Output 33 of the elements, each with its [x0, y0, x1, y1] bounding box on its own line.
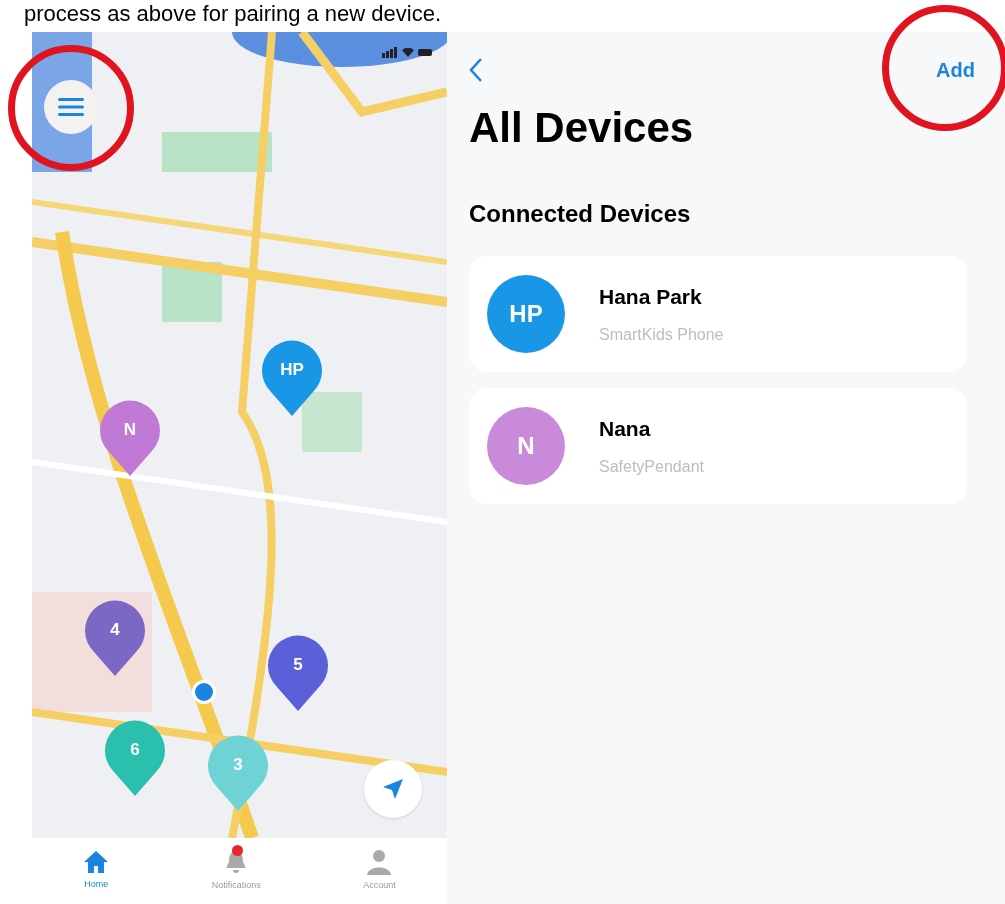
page-title: All Devices — [469, 103, 695, 153]
device-name: Nana — [599, 416, 652, 443]
map-pin[interactable]: N — [100, 400, 160, 476]
notification-badge — [231, 845, 243, 857]
map-pin[interactable]: 6 — [105, 720, 165, 796]
device-name: Hana Park — [599, 284, 703, 311]
status-icons — [382, 46, 434, 58]
pin-label: 3 — [232, 754, 244, 776]
pin-label: 5 — [292, 654, 304, 676]
map-pin[interactable]: 4 — [85, 600, 145, 676]
section-heading: Connected Devices — [469, 199, 692, 229]
device-card[interactable]: HP Hana Park SmartKids Phone — [469, 256, 967, 372]
pin-label: HP — [279, 359, 305, 381]
pin-label: N — [122, 419, 138, 441]
home-icon — [83, 850, 110, 875]
map-pin[interactable]: HP — [262, 340, 322, 416]
device-card[interactable]: N Nana SafetyPendant — [469, 388, 967, 504]
pin-label: 4 — [109, 619, 121, 641]
tab-bar-item[interactable]: Account — [363, 849, 396, 893]
device-type: SafetyPendant — [599, 456, 704, 477]
navigation-arrow-icon — [382, 778, 404, 800]
tab-bar-item[interactable]: Notifications — [211, 849, 261, 893]
person-icon — [366, 849, 393, 876]
add-button[interactable]: Add — [936, 55, 983, 85]
map-pin[interactable]: 5 — [268, 635, 328, 711]
caption: process as above for pairing a new device. — [23, 0, 442, 28]
pin-label: 6 — [129, 739, 141, 761]
chevron-left-icon — [469, 57, 483, 83]
device-avatar: HP — [487, 275, 565, 353]
menu-icon — [58, 98, 84, 116]
device-avatar: N — [487, 407, 565, 485]
device-type: SmartKids Phone — [599, 324, 724, 345]
tab-bar-item[interactable]: Home — [83, 850, 110, 892]
